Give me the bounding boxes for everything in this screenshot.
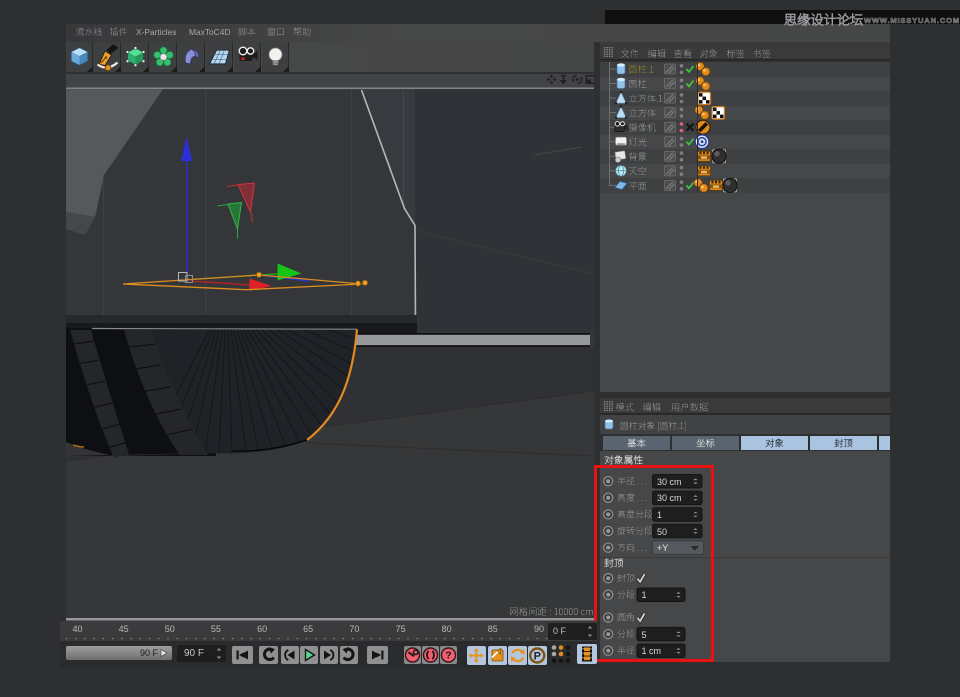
svg-text:WWW.MISSYUAN.COM: WWW.MISSYUAN.COM	[864, 16, 960, 25]
